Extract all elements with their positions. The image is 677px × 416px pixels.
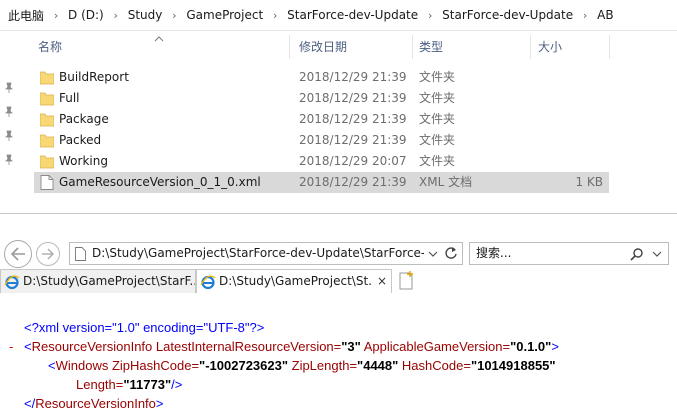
tab-bar: D:\Study\GameProject\StarF... D:\Study\G…: [0, 269, 677, 293]
file-row-selected[interactable]: GameResourceVersion_0_1_0.xml 2018/12/29…: [34, 172, 609, 193]
file-row[interactable]: Working 2018/12/29 20:07 文件夹: [34, 151, 609, 172]
tab-title: D:\Study\GameProject\St...: [219, 274, 371, 288]
column-type[interactable]: 类型: [419, 33, 443, 61]
file-name: Package: [59, 112, 109, 126]
search-placeholder[interactable]: 搜索...: [476, 243, 511, 264]
file-type: 文件夹: [419, 70, 456, 84]
file-type: 文件夹: [419, 91, 456, 105]
file-row[interactable]: BuildReport 2018/12/29 21:39 文件夹: [34, 67, 609, 88]
breadcrumb-item[interactable]: StarForce-dev-Update: [287, 8, 418, 22]
collapse-toggle[interactable]: -: [9, 337, 13, 356]
column-name[interactable]: 名称: [38, 33, 62, 61]
file-date: 2018/12/29 21:39: [299, 91, 407, 105]
tab-title: D:\Study\GameProject\StarF...: [23, 274, 195, 288]
breadcrumb-item[interactable]: StarForce-dev-Update: [442, 8, 573, 22]
search-icon[interactable]: [630, 247, 644, 261]
folder-icon: [40, 92, 54, 106]
file-date: 2018/12/29 21:39: [299, 112, 407, 126]
file-row[interactable]: Package 2018/12/29 21:39 文件夹: [34, 109, 609, 130]
breadcrumb-item[interactable]: GameProject: [186, 8, 263, 22]
column-divider[interactable]: [289, 35, 290, 59]
browser-tab-active[interactable]: D:\Study\GameProject\St... ×: [196, 269, 392, 293]
breadcrumb-item[interactable]: AB: [597, 8, 613, 22]
file-date: 2018/12/29 21:39: [299, 133, 407, 147]
file-type: XML 文档: [419, 175, 473, 189]
folder-icon: [40, 113, 54, 127]
back-arrow-icon: [10, 247, 25, 261]
breadcrumb-item[interactable]: 此电脑: [8, 7, 44, 24]
page-icon: [75, 247, 86, 261]
forward-arrow-icon: [42, 248, 55, 260]
address-text[interactable]: D:\Study\GameProject\StarForce-dev-Updat…: [92, 243, 424, 264]
xml-file-icon: [40, 175, 54, 190]
back-button[interactable]: [4, 240, 32, 268]
chevron-right-icon[interactable]: ›: [162, 9, 186, 22]
xml-windows-element-cont: Length="11773"/>: [76, 377, 183, 392]
file-explorer: 此电脑 › D (D:) › Study › GameProject › Sta…: [0, 0, 677, 213]
column-size[interactable]: 大小: [538, 33, 562, 61]
forward-button[interactable]: [36, 242, 60, 266]
file-name: Packed: [59, 133, 102, 147]
folder-icon: [40, 71, 54, 85]
ie-logo-icon: [4, 275, 20, 290]
file-type: 文件夹: [419, 154, 456, 168]
chevron-right-icon[interactable]: ›: [104, 9, 128, 22]
browser-tab[interactable]: D:\Study\GameProject\StarF...: [0, 269, 196, 293]
pin-icon[interactable]: [3, 154, 15, 166]
chevron-right-icon[interactable]: ›: [44, 9, 68, 22]
file-date: 2018/12/29 20:07: [299, 154, 407, 168]
file-row[interactable]: Packed 2018/12/29 21:39 文件夹: [34, 130, 609, 151]
breadcrumb-item[interactable]: D (D:): [68, 8, 104, 22]
file-row[interactable]: Full 2018/12/29 21:39 文件夹: [34, 88, 609, 109]
folder-icon: [40, 155, 54, 169]
xml-root-close: </ResourceVersionInfo>: [24, 396, 164, 411]
dropdown-icon[interactable]: [426, 243, 440, 264]
pin-icon[interactable]: [3, 130, 15, 142]
refresh-icon[interactable]: [442, 243, 460, 264]
file-name: Full: [59, 91, 80, 105]
pin-icon[interactable]: [3, 82, 15, 94]
file-date: 2018/12/29 21:39: [299, 70, 407, 84]
breadcrumb: 此电脑 › D (D:) › Study › GameProject › Sta…: [0, 0, 677, 31]
xml-root-open: - <ResourceVersionInfo LatestInternalRes…: [9, 337, 559, 356]
file-date: 2018/12/29 21:39: [299, 175, 407, 189]
browser-window: D:\Study\GameProject\StarForce-dev-Updat…: [0, 213, 677, 416]
chevron-right-icon[interactable]: ›: [418, 9, 442, 22]
column-divider[interactable]: [412, 35, 413, 59]
xml-declaration: <?xml version="1.0" encoding="UTF-8"?>: [24, 320, 265, 335]
chevron-right-icon[interactable]: ›: [263, 9, 287, 22]
file-size: 1 KB: [575, 175, 603, 189]
column-header: 名称 修改日期 类型 大小: [34, 33, 614, 61]
pin-icon[interactable]: [3, 106, 15, 118]
xml-windows-element: <Windows ZipHashCode="-1002723623" ZipLe…: [48, 358, 556, 373]
new-tab-icon[interactable]: [396, 271, 416, 291]
chevron-right-icon[interactable]: ›: [573, 9, 597, 22]
dropdown-icon[interactable]: [650, 243, 664, 264]
xml-content: <?xml version="1.0" encoding="UTF-8"?> -…: [0, 318, 677, 413]
file-name: Working: [59, 154, 108, 168]
file-type: 文件夹: [419, 112, 456, 126]
column-divider[interactable]: [530, 35, 531, 59]
breadcrumb-item[interactable]: Study: [128, 8, 163, 22]
search-box[interactable]: 搜索...: [469, 242, 669, 265]
column-divider[interactable]: [609, 35, 610, 59]
address-bar[interactable]: D:\Study\GameProject\StarForce-dev-Updat…: [69, 242, 463, 265]
browser-toolbar: D:\Study\GameProject\StarForce-dev-Updat…: [0, 214, 677, 268]
file-type: 文件夹: [419, 133, 456, 147]
ie-logo-icon: [200, 275, 216, 290]
file-name: BuildReport: [59, 70, 129, 84]
column-date[interactable]: 修改日期: [299, 33, 347, 61]
file-name: GameResourceVersion_0_1_0.xml: [59, 175, 261, 189]
sort-ascending-icon: [154, 36, 164, 42]
close-tab-icon[interactable]: ×: [375, 274, 389, 288]
folder-icon: [40, 134, 54, 148]
